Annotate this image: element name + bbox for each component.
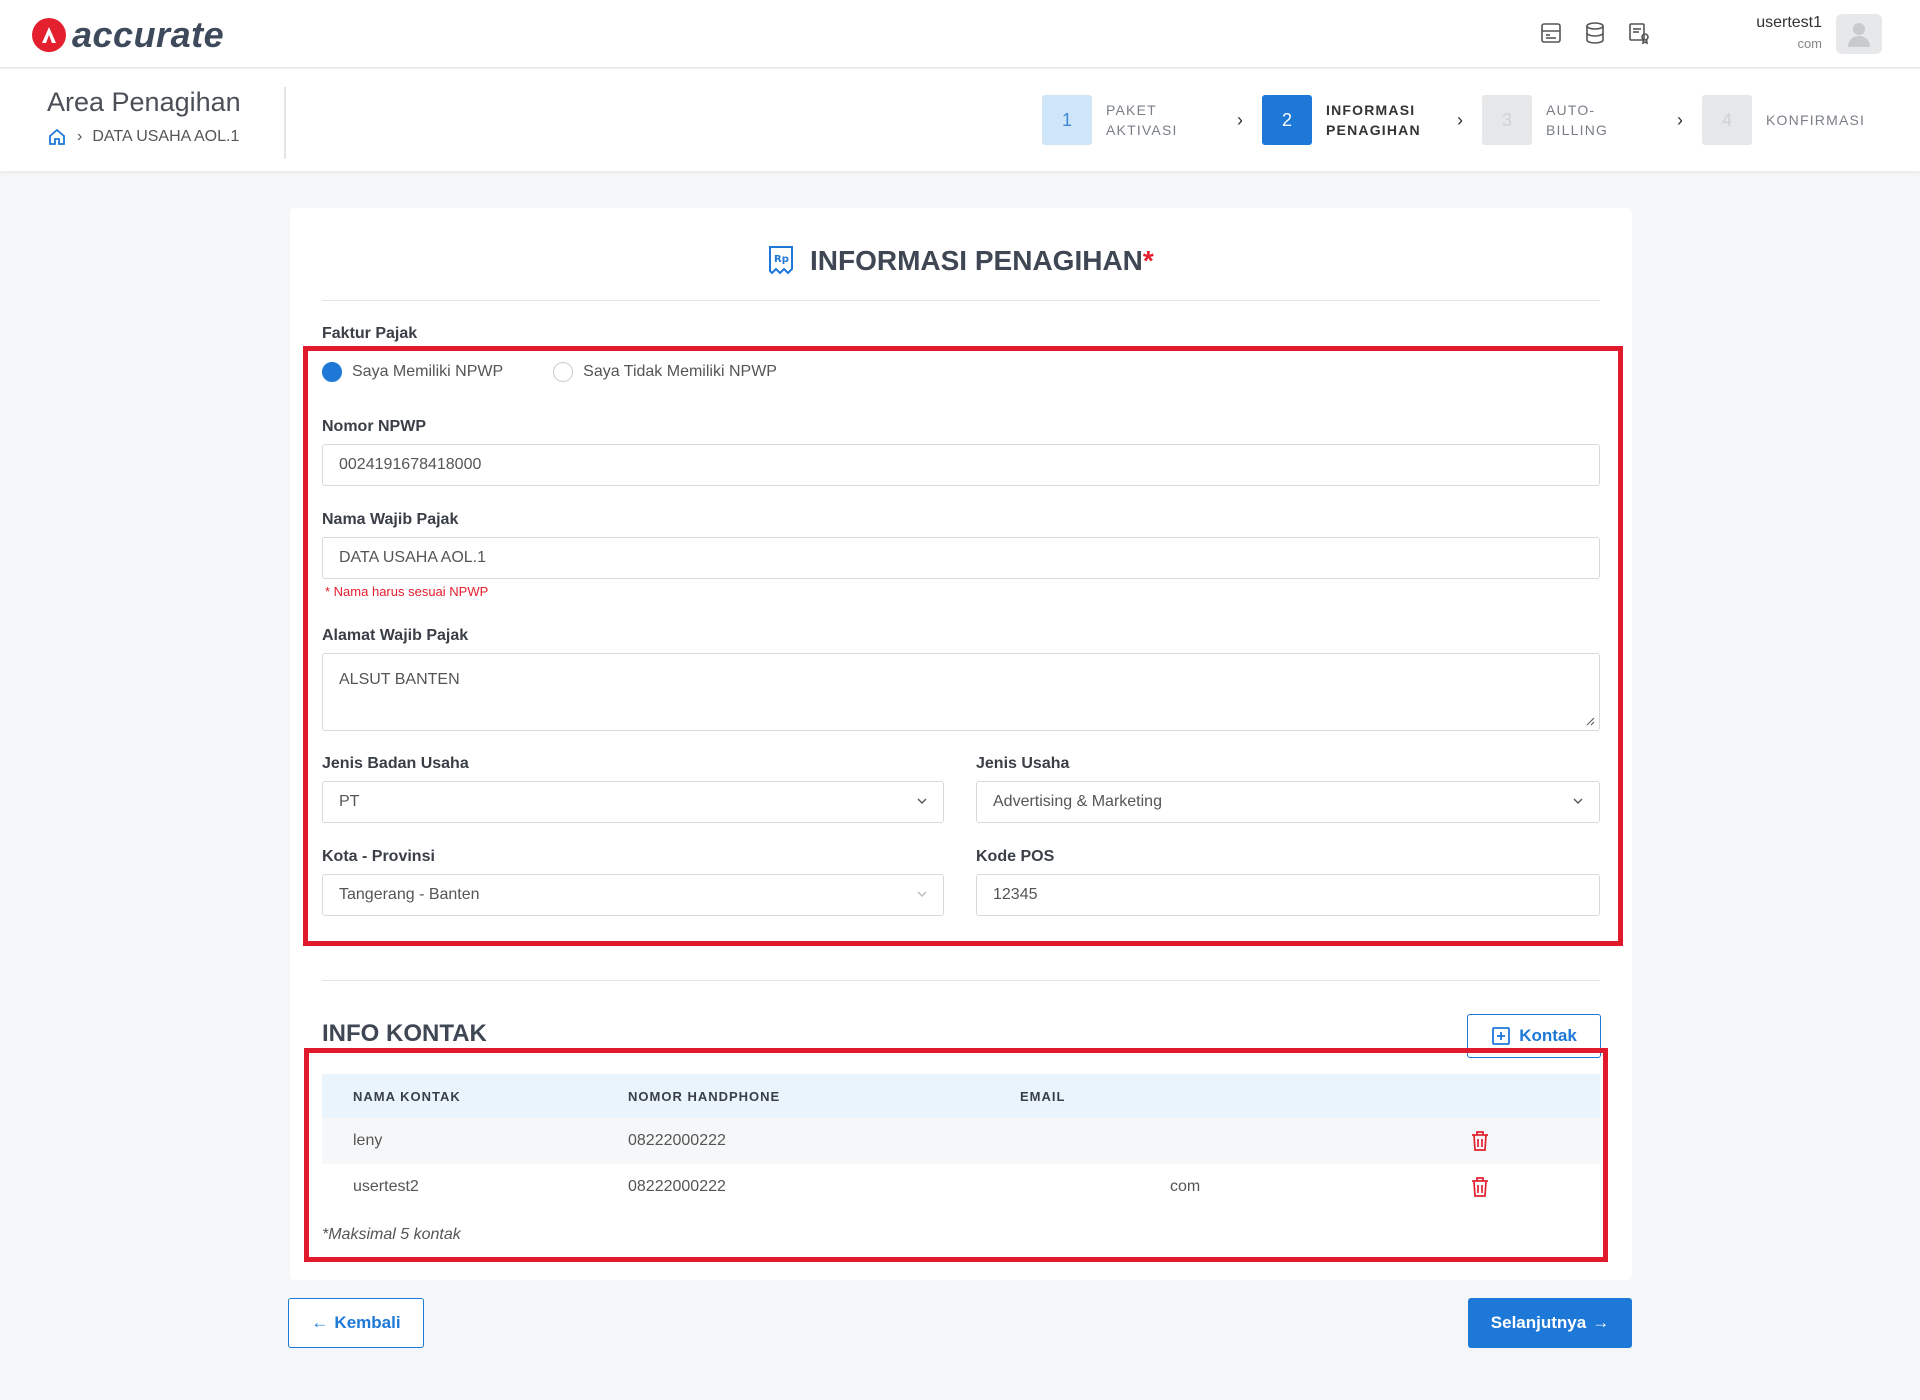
step-konfirmasi[interactable]: 4 KONFIRMASI [1702, 95, 1878, 145]
form-title: Rp INFORMASI PENAGIHAN* [0, 244, 1920, 277]
step-label: AUTO- BILLING [1546, 102, 1609, 138]
user-info[interactable]: usertest1 com [1756, 14, 1822, 51]
step-number: 3 [1482, 95, 1532, 145]
user-icon [1848, 23, 1870, 47]
top-icons [1538, 20, 1652, 46]
accurate-logo[interactable]: accurate [32, 14, 224, 56]
top-bar: accurate usertest1 com [0, 0, 1920, 68]
avatar[interactable] [1836, 14, 1882, 54]
step-label: PAKET AKTIVASI [1106, 102, 1178, 138]
next-button[interactable]: Selanjutnya → [1468, 1298, 1632, 1348]
title-divider [322, 300, 1600, 301]
breadcrumb-separator-icon: › [77, 128, 83, 145]
cash-register-icon[interactable] [1538, 20, 1564, 46]
faktur-label: Faktur Pajak [322, 325, 418, 342]
highlight-box-kontak [304, 1048, 1608, 1262]
required-mark: * [1142, 245, 1154, 276]
breadcrumb: › DATA USAHA AOL.1 [47, 127, 239, 147]
step-paket-aktivasi[interactable]: 1 PAKET AKTIVASI [1042, 95, 1218, 145]
database-icon[interactable] [1582, 20, 1608, 46]
wizard-steps: 1 PAKET AKTIVASI › 2 INFORMASI PENAGIHAN ›… [1042, 95, 1878, 145]
user-email: com [1797, 36, 1822, 51]
page-header: Area Penagihan › DATA USAHA AOL.1 1 PAKE… [0, 69, 1920, 171]
svg-text:Rp: Rp [774, 254, 789, 265]
step-number: 4 [1702, 95, 1752, 145]
page-title: Area Penagihan [47, 87, 241, 117]
highlight-box-form [303, 346, 1623, 946]
chevron-right-icon: › [1237, 109, 1243, 130]
add-kontak-label: Kontak [1519, 1026, 1577, 1045]
info-kontak-title: INFO KONTAK [322, 1020, 487, 1047]
step-label: INFORMASI PENAGIHAN [1326, 102, 1421, 138]
header-divider [284, 87, 286, 159]
user-name: usertest1 [1756, 14, 1822, 31]
next-button-label: Selanjutnya [1490, 1313, 1587, 1332]
logo-text: accurate [72, 14, 225, 55]
step-auto-billing[interactable]: 3 AUTO- BILLING [1482, 95, 1658, 145]
accurate-logo-mark [32, 18, 66, 52]
step-informasi-penagihan[interactable]: 2 INFORMASI PENAGIHAN [1262, 95, 1438, 145]
chevron-right-icon: › [1677, 109, 1683, 130]
breadcrumb-current: DATA USAHA AOL.1 [92, 128, 240, 145]
step-label: KONFIRMASI [1766, 112, 1866, 128]
home-icon[interactable] [47, 127, 67, 147]
form-title-text: INFORMASI PENAGIHAN [809, 245, 1143, 276]
back-button-label: Kembali [334, 1313, 401, 1332]
arrow-left-icon: ← [311, 1313, 329, 1332]
plus-square-icon [1492, 1027, 1511, 1045]
invoice-icon: Rp [769, 246, 794, 275]
step-number: 1 [1042, 95, 1092, 145]
certificate-icon[interactable] [1626, 20, 1652, 46]
back-button[interactable]: ← Kembali [288, 1298, 424, 1348]
section-divider [322, 980, 1600, 981]
step-number: 2 [1262, 95, 1312, 145]
arrow-right-icon: → [1592, 1313, 1610, 1332]
chevron-right-icon: › [1457, 109, 1463, 130]
